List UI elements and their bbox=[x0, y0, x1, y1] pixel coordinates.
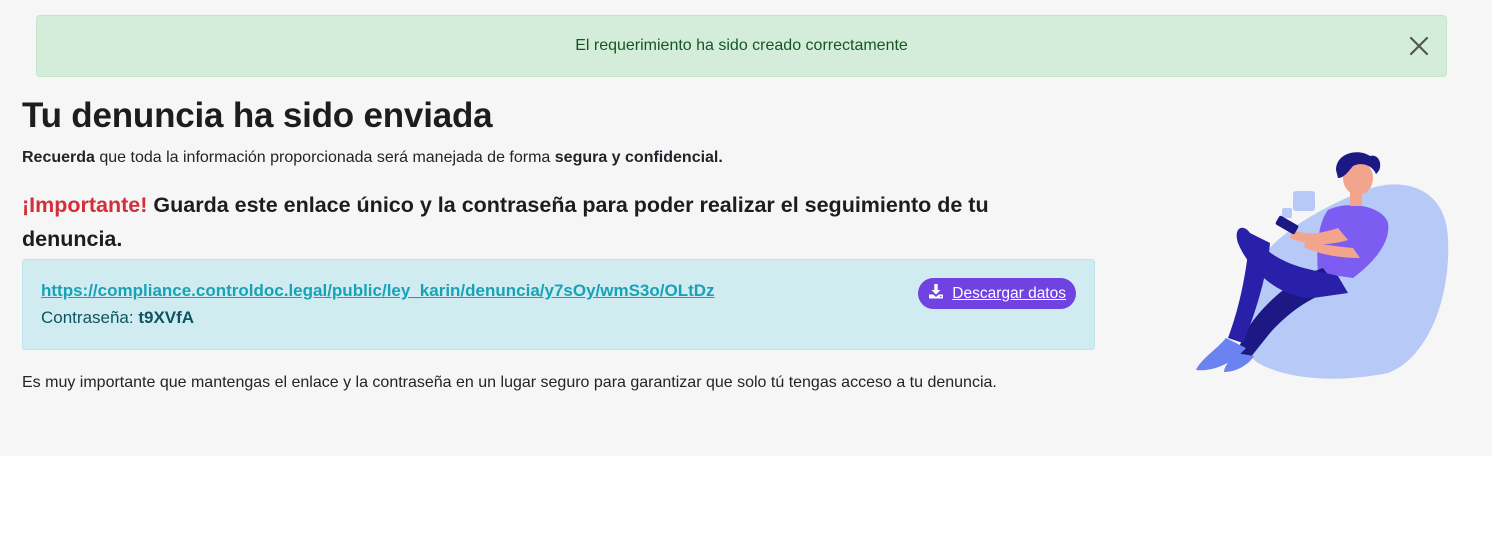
reminder-lead: Recuerda bbox=[22, 149, 95, 166]
reminder-emphasis: segura y confidencial. bbox=[554, 149, 723, 166]
download-data-button[interactable]: Descargar datos bbox=[918, 278, 1076, 309]
success-alert: El requerimiento ha sido creado correcta… bbox=[36, 15, 1447, 77]
tracking-link[interactable]: https://compliance.controldoc.legal/publ… bbox=[41, 281, 715, 301]
password-line: Contraseña: t9XVfA bbox=[41, 308, 194, 328]
download-icon bbox=[928, 283, 944, 304]
download-label: Descargar datos bbox=[952, 284, 1066, 302]
reminder-text: que toda la información proporcionada se… bbox=[94, 149, 555, 166]
credentials-box: https://compliance.controldoc.legal/publ… bbox=[22, 259, 1095, 350]
security-note: Es muy importante que mantengas el enlac… bbox=[22, 374, 997, 391]
password-label: Contraseña: bbox=[41, 308, 139, 327]
important-notice: ¡Importante! Guarda este enlace único y … bbox=[22, 188, 1022, 256]
password-value: t9XVfA bbox=[138, 308, 195, 327]
confidentiality-reminder: Recuerda que toda la información proporc… bbox=[22, 149, 723, 167]
page-title: Tu denuncia ha sido enviada bbox=[22, 96, 493, 135]
page: El requerimiento ha sido creado correcta… bbox=[0, 0, 1492, 456]
close-icon[interactable] bbox=[1408, 35, 1430, 57]
alert-message: El requerimiento ha sido creado correcta… bbox=[575, 37, 908, 54]
important-text: Guarda este enlace único y la contraseña… bbox=[22, 193, 989, 251]
person-on-beanbag-illustration bbox=[1188, 148, 1453, 383]
important-label: ¡Importante! bbox=[22, 193, 148, 217]
